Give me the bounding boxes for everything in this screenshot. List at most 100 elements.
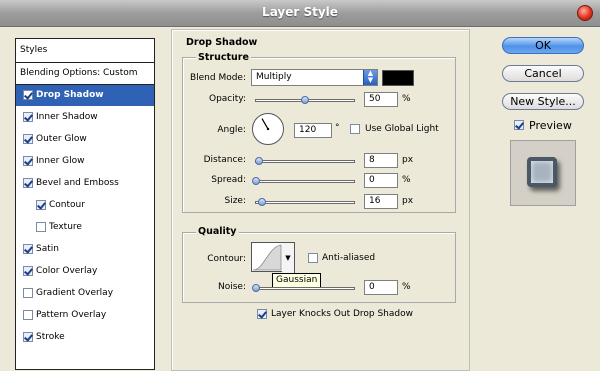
distance-slider-thumb[interactable] <box>254 157 263 165</box>
size-slider[interactable] <box>255 198 355 206</box>
angle-dial[interactable] <box>252 113 284 145</box>
style-item-pattern-overlay[interactable]: Pattern Overlay <box>16 305 154 326</box>
dialog-title: Layer Style <box>262 5 338 19</box>
blend-mode-label: Blend Mode: <box>189 73 246 83</box>
distance-slider[interactable] <box>254 157 355 165</box>
title-bar: Layer Style <box>0 0 600 27</box>
distance-unit: px <box>402 155 414 165</box>
style-item-checkbox[interactable] <box>36 222 46 232</box>
style-item-label: Texture <box>49 222 82 232</box>
contour-preview[interactable] <box>251 242 283 272</box>
spread-slider[interactable] <box>252 177 355 185</box>
noise-field[interactable]: 0 <box>364 280 398 295</box>
style-item-label: Drop Shadow <box>36 90 104 100</box>
styles-header[interactable]: Styles <box>16 39 154 63</box>
ok-button[interactable]: OK <box>502 37 584 54</box>
distance-field[interactable]: 8 <box>364 153 398 168</box>
style-item-checkbox[interactable] <box>23 90 33 100</box>
style-item-checkbox[interactable] <box>23 112 33 122</box>
anti-aliased-label: Anti-aliased <box>322 253 376 263</box>
noise-slider-thumb[interactable] <box>252 284 260 292</box>
style-item-checkbox[interactable] <box>36 200 46 210</box>
style-item-label: Inner Shadow <box>36 112 98 122</box>
blend-mode-select[interactable]: Multiply ▲ ▼ <box>251 69 378 86</box>
styles-list: Styles Blending Options: Custom Drop Sha… <box>15 38 155 370</box>
style-item-checkbox[interactable] <box>23 244 33 254</box>
noise-label: Noise: <box>218 282 246 292</box>
blending-options-item[interactable]: Blending Options: Custom <box>16 63 154 85</box>
opacity-field[interactable]: 50 <box>364 92 398 107</box>
dialog-body: Styles Blending Options: Custom Drop Sha… <box>0 27 600 371</box>
style-item-label: Outer Glow <box>36 134 87 144</box>
noise-slider[interactable] <box>252 284 355 292</box>
contour-label: Contour: <box>207 254 246 264</box>
style-item-bevel-and-emboss[interactable]: Bevel and Emboss <box>16 173 154 194</box>
noise-unit: % <box>402 282 411 292</box>
preview-square <box>527 157 557 187</box>
opacity-unit: % <box>402 94 411 104</box>
opacity-slider[interactable] <box>255 96 355 104</box>
global-light-checkbox[interactable] <box>350 124 360 134</box>
style-item-label: Inner Glow <box>36 156 85 166</box>
style-item-checkbox[interactable] <box>23 310 33 320</box>
style-item-label: Bevel and Emboss <box>36 178 119 188</box>
preview-checkbox[interactable] <box>514 120 524 130</box>
style-item-color-overlay[interactable]: Color Overlay <box>16 261 154 282</box>
size-label: Size: <box>224 196 246 206</box>
opacity-slider-thumb[interactable] <box>301 96 309 104</box>
style-item-label: Pattern Overlay <box>36 310 107 320</box>
distance-label: Distance: <box>203 155 246 165</box>
style-item-outer-glow[interactable]: Outer Glow <box>16 129 154 150</box>
style-item-inner-glow[interactable]: Inner Glow <box>16 151 154 172</box>
close-button[interactable] <box>577 5 593 21</box>
style-item-checkbox[interactable] <box>23 266 33 276</box>
contour-curve-icon <box>252 244 282 271</box>
style-preview-thumbnail <box>510 140 576 206</box>
structure-title: Structure <box>196 52 251 63</box>
style-item-satin[interactable]: Satin <box>16 239 154 260</box>
size-field[interactable]: 16 <box>364 194 398 209</box>
global-light-label: Use Global Light <box>365 124 439 134</box>
style-item-stroke[interactable]: Stroke <box>16 327 154 348</box>
style-item-checkbox[interactable] <box>23 288 33 298</box>
spread-slider-thumb[interactable] <box>252 177 260 185</box>
style-item-checkbox[interactable] <box>23 178 33 188</box>
style-item-label: Gradient Overlay <box>36 288 114 298</box>
style-item-contour[interactable]: Contour <box>16 195 154 216</box>
blending-options-label: Blending Options: Custom <box>20 68 138 78</box>
quality-group <box>182 232 456 303</box>
angle-dial-needle <box>261 118 270 131</box>
style-item-drop-shadow[interactable]: Drop Shadow <box>16 85 154 106</box>
shadow-color-swatch[interactable] <box>382 70 414 86</box>
knockout-label: Layer Knocks Out Drop Shadow <box>271 309 413 319</box>
section-title: Drop Shadow <box>186 37 258 48</box>
opacity-label: Opacity: <box>209 94 246 104</box>
cancel-button[interactable]: Cancel <box>502 65 584 82</box>
contour-dropdown-button[interactable]: ▼ <box>282 242 295 274</box>
styles-header-label: Styles <box>20 45 48 55</box>
knockout-checkbox[interactable] <box>257 309 267 319</box>
angle-field[interactable]: 120 <box>294 123 332 138</box>
style-item-label: Satin <box>36 244 59 254</box>
style-item-inner-shadow[interactable]: Inner Shadow <box>16 107 154 128</box>
style-item-label: Color Overlay <box>36 266 98 276</box>
size-unit: px <box>402 196 414 206</box>
quality-title: Quality <box>196 226 239 237</box>
spread-field[interactable]: 0 <box>364 173 398 188</box>
new-style-button[interactable]: New Style... <box>502 93 584 110</box>
style-item-gradient-overlay[interactable]: Gradient Overlay <box>16 283 154 304</box>
blend-mode-value: Multiply <box>256 72 292 82</box>
style-item-label: Contour <box>49 200 85 210</box>
style-item-texture[interactable]: Texture <box>16 217 154 238</box>
preview-label: Preview <box>529 119 572 132</box>
spread-unit: % <box>402 175 411 185</box>
spread-label: Spread: <box>211 175 246 185</box>
size-slider-thumb[interactable] <box>257 198 266 206</box>
style-item-checkbox[interactable] <box>23 156 33 166</box>
angle-label: Angle: <box>217 125 246 135</box>
select-arrows-icon: ▲ ▼ <box>363 70 377 85</box>
style-item-label: Stroke <box>36 332 65 342</box>
style-item-checkbox[interactable] <box>23 134 33 144</box>
anti-aliased-checkbox[interactable] <box>308 253 318 263</box>
style-item-checkbox[interactable] <box>23 332 33 342</box>
